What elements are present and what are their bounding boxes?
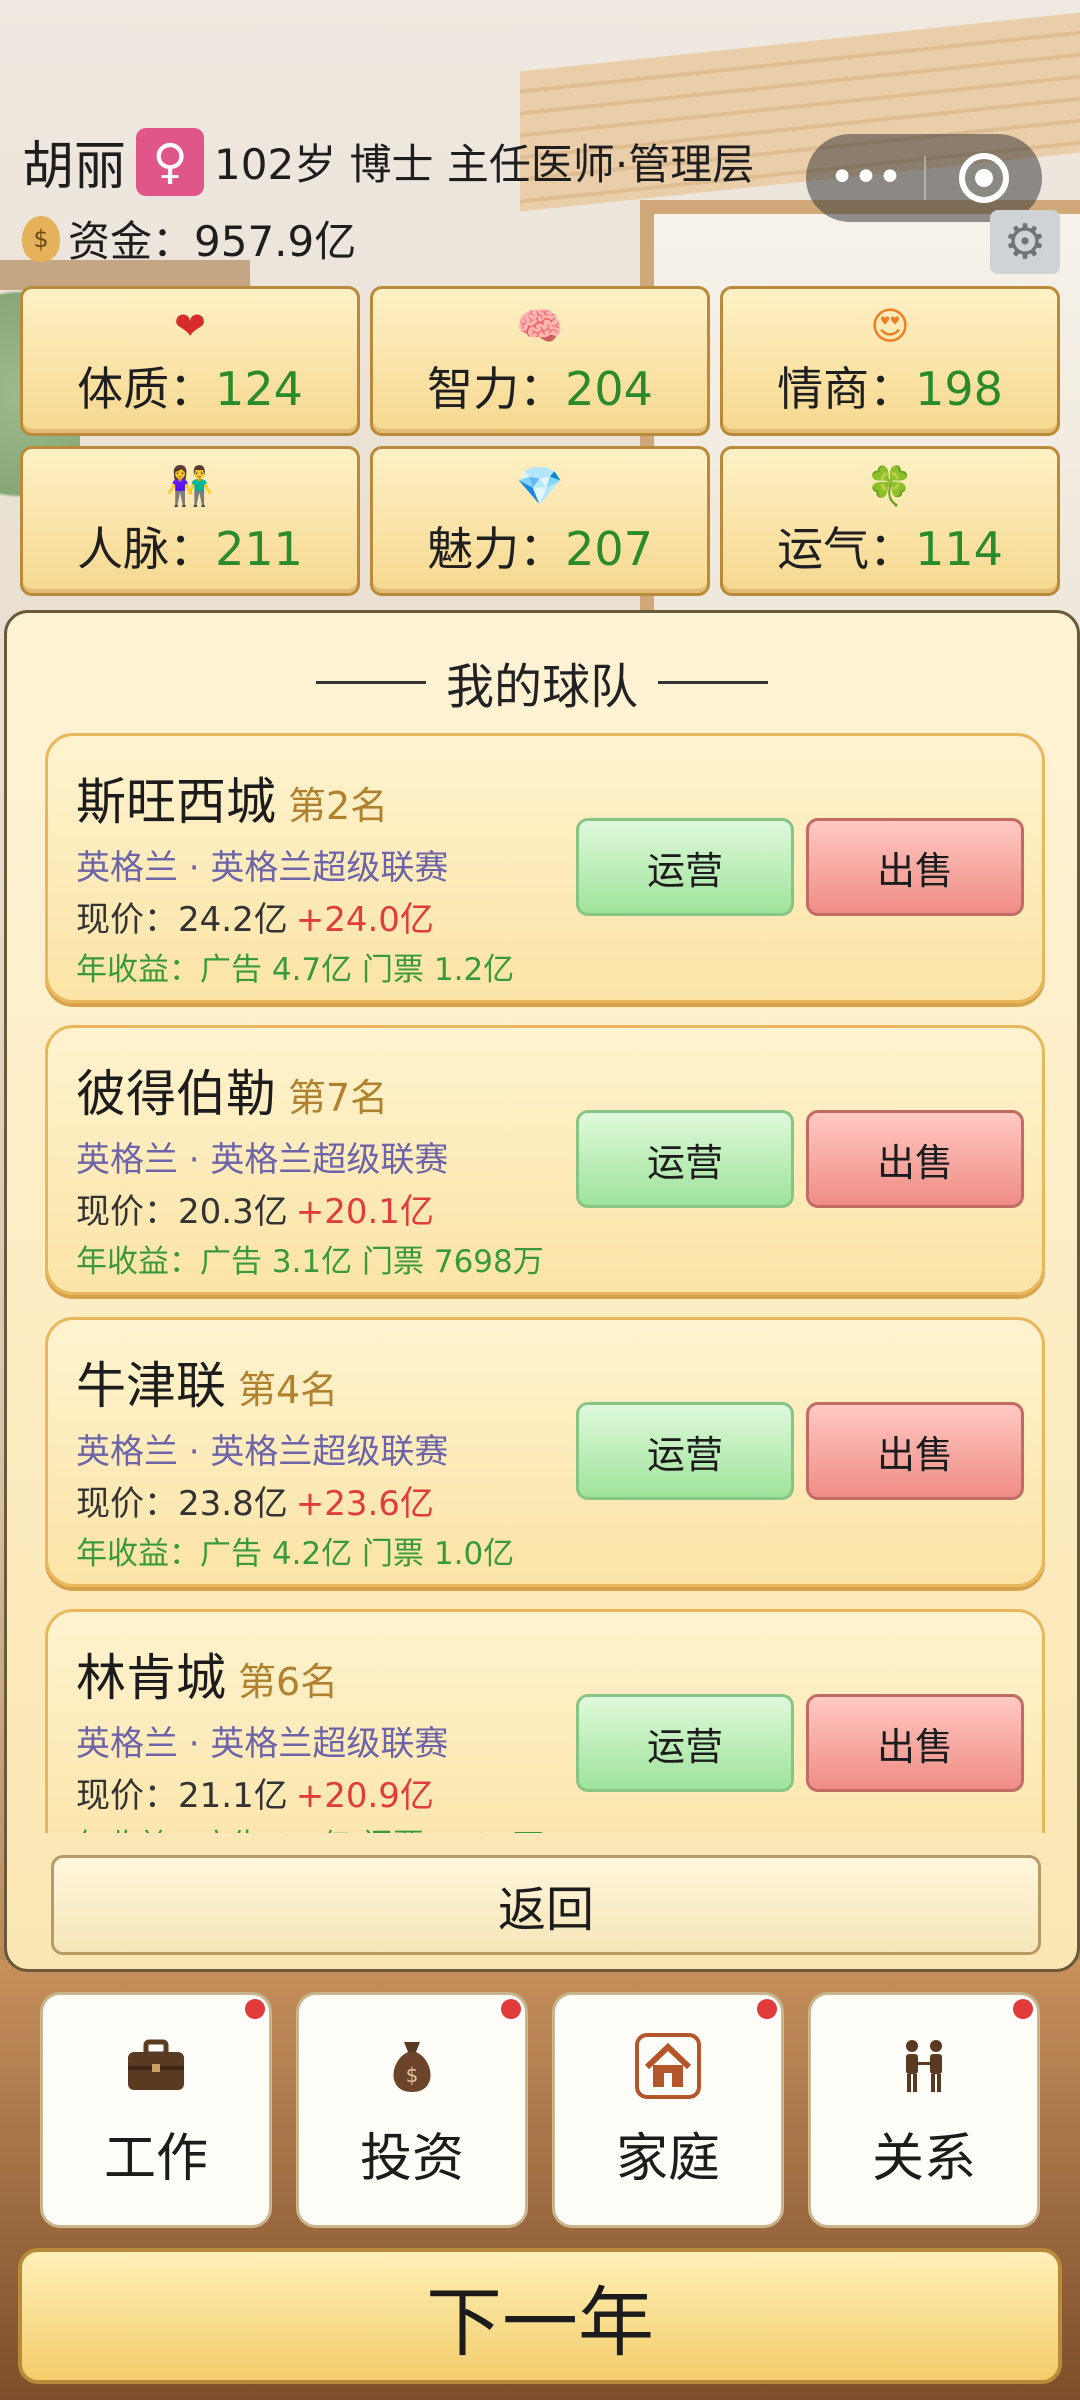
stat-label: 运气：	[777, 522, 916, 576]
team-rank: 第7名	[288, 1076, 389, 1120]
briefcase-icon	[120, 2030, 192, 2102]
target-icon	[959, 153, 1009, 203]
settings-button[interactable]: ⚙	[990, 210, 1060, 274]
stat-value: 198	[915, 362, 1003, 416]
team-name: 彼得伯勒	[76, 1065, 276, 1123]
heart-icon: ❤	[174, 304, 206, 348]
title-dash-left	[315, 680, 426, 684]
player-header: 胡丽 ♀ 102岁 博士 主任医师·管理层	[22, 124, 754, 199]
operate-button[interactable]: 运营	[576, 1110, 794, 1208]
next-year-button[interactable]: 下一年	[18, 2248, 1062, 2384]
notification-dot	[757, 1999, 777, 2019]
nav-label: 家庭	[615, 2128, 720, 2189]
team-income: 年收益：广告 3.4亿 门票 8420万	[76, 1820, 544, 1833]
stat-luck: 🍀 运气：114	[720, 446, 1060, 596]
team-gain: +24.0亿	[295, 900, 434, 940]
stat-value: 204	[565, 362, 653, 416]
player-name: 胡丽	[22, 137, 127, 197]
stat-label: 魅力：	[427, 522, 566, 576]
player-profile: 102岁 博士 主任医师·管理层	[214, 140, 755, 189]
stat-constitution: ❤ 体质：124	[20, 286, 360, 436]
gender-female-icon: ♀	[136, 127, 205, 196]
sell-button[interactable]: 出售	[806, 1402, 1024, 1500]
operate-button[interactable]: 运营	[576, 818, 794, 916]
sell-button[interactable]: 出售	[806, 818, 1024, 916]
team-price: 现价：23.8亿	[76, 1484, 288, 1524]
stat-label: 智力：	[427, 362, 566, 416]
team-league: 英格兰 · 英格兰超级联赛	[76, 1724, 449, 1764]
team-gain: +20.1亿	[295, 1192, 434, 1232]
nav-family-button[interactable]: 家庭	[552, 1992, 784, 2228]
nav-label: 工作	[103, 2128, 208, 2189]
team-income: 年收益：广告 4.7亿 门票 1.2亿	[76, 952, 515, 988]
team-rank: 第6名	[238, 1660, 339, 1704]
notification-dot	[501, 1999, 521, 2019]
team-league: 英格兰 · 英格兰超级联赛	[76, 1432, 449, 1472]
team-income: 年收益：广告 4.2亿 门票 1.0亿	[76, 1536, 515, 1572]
team-price: 现价：21.1亿	[76, 1776, 288, 1816]
brain-icon: 🧠	[516, 304, 564, 348]
clover-icon: 🍀	[866, 464, 914, 508]
team-card: 牛津联 第4名 英格兰 · 英格兰超级联赛 现价：23.8亿 +23.6亿 年收益：…	[45, 1317, 1045, 1587]
money-bag-icon: $	[22, 215, 60, 262]
team-card: 林肯城第6名 英格兰 · 英格兰超级联赛 现价：21.1亿+20.9亿 年收益：…	[45, 1609, 1045, 1833]
team-price: 现价：24.2亿	[76, 900, 288, 940]
money-bag-icon: $	[376, 2030, 448, 2102]
notification-dot	[245, 1999, 265, 2019]
team-league: 英格兰 · 英格兰超级联赛	[76, 1140, 449, 1180]
sell-button[interactable]: 出售	[806, 1694, 1024, 1792]
more-icon[interactable]: •••	[806, 156, 924, 200]
nav-work-button[interactable]: 工作	[40, 1992, 272, 2228]
team-price: 现价：20.3亿	[76, 1192, 288, 1232]
team-list[interactable]: 斯旺西城 第2名 英格兰 · 英格兰超级联赛 现价：24.2亿 +24.0亿 年收益…	[45, 733, 1045, 1833]
stat-intelligence: 🧠 智力：204	[370, 286, 710, 436]
house-icon	[632, 2030, 704, 2102]
team-card: 彼得伯勒 第7名 英格兰 · 英格兰超级联赛 现价：20.3亿 +20.1亿 年收益…	[45, 1025, 1045, 1295]
miniprogram-capsule: •••	[806, 134, 1042, 222]
stat-value: 114	[915, 522, 1003, 576]
panel-title: 我的球队	[7, 647, 1077, 717]
team-name: 林肯城	[76, 1649, 226, 1707]
funds-row: $ 资金：957.9亿	[22, 208, 356, 269]
stat-label: 情商：	[777, 362, 916, 416]
diamond-icon: 💎	[516, 464, 564, 508]
operate-button[interactable]: 运营	[576, 1694, 794, 1792]
title-dash-right	[658, 680, 768, 684]
smile-heart-icon: 😍	[870, 304, 910, 348]
team-rank: 第4名	[238, 1368, 339, 1412]
stat-label: 体质：	[77, 362, 216, 416]
team-rank: 第2名	[288, 784, 389, 828]
stats-grid: ❤ 体质：124 🧠 智力：204 😍 情商：198 👫 人脉：211 💎 魅力…	[20, 286, 1060, 596]
nav-label: 投资	[359, 2128, 464, 2189]
close-miniprogram-button[interactable]	[926, 153, 1042, 203]
stat-value: 207	[565, 522, 653, 576]
stat-eq: 😍 情商：198	[720, 286, 1060, 436]
svg-text:$: $	[406, 2063, 419, 2087]
stat-label: 人脉：	[77, 522, 216, 576]
team-name: 牛津联	[76, 1357, 226, 1415]
people-icon: 👫	[166, 464, 214, 508]
nav-relations-button[interactable]: 关系	[808, 1992, 1040, 2228]
stat-connections: 👫 人脉：211	[20, 446, 360, 596]
nav-label: 关系	[871, 2128, 976, 2189]
team-gain: +23.6亿	[295, 1484, 434, 1524]
my-teams-panel: 我的球队 斯旺西城 第2名 英格兰 · 英格兰超级联赛 现价：24.2亿 +24.0…	[4, 610, 1080, 1972]
stat-charm: 💎 魅力：207	[370, 446, 710, 596]
bottom-nav: 工作 $ 投资 家庭 关系	[40, 1992, 1040, 2228]
team-league: 英格兰 · 英格兰超级联赛	[76, 848, 449, 888]
stat-value: 124	[215, 362, 303, 416]
stat-value: 211	[215, 522, 303, 576]
notification-dot	[1013, 1999, 1033, 2019]
operate-button[interactable]: 运营	[576, 1402, 794, 1500]
team-gain: +20.9亿	[295, 1776, 434, 1816]
nav-invest-button[interactable]: $ 投资	[296, 1992, 528, 2228]
couple-icon	[888, 2030, 960, 2102]
sell-button[interactable]: 出售	[806, 1110, 1024, 1208]
team-name: 斯旺西城	[76, 773, 276, 831]
funds-text: 资金：957.9亿	[68, 217, 357, 266]
back-button[interactable]: 返回	[51, 1855, 1041, 1955]
gear-icon: ⚙	[1003, 214, 1047, 270]
team-card: 斯旺西城 第2名 英格兰 · 英格兰超级联赛 现价：24.2亿 +24.0亿 年收益…	[45, 733, 1045, 1003]
team-income: 年收益：广告 3.1亿 门票 7698万	[76, 1244, 544, 1280]
